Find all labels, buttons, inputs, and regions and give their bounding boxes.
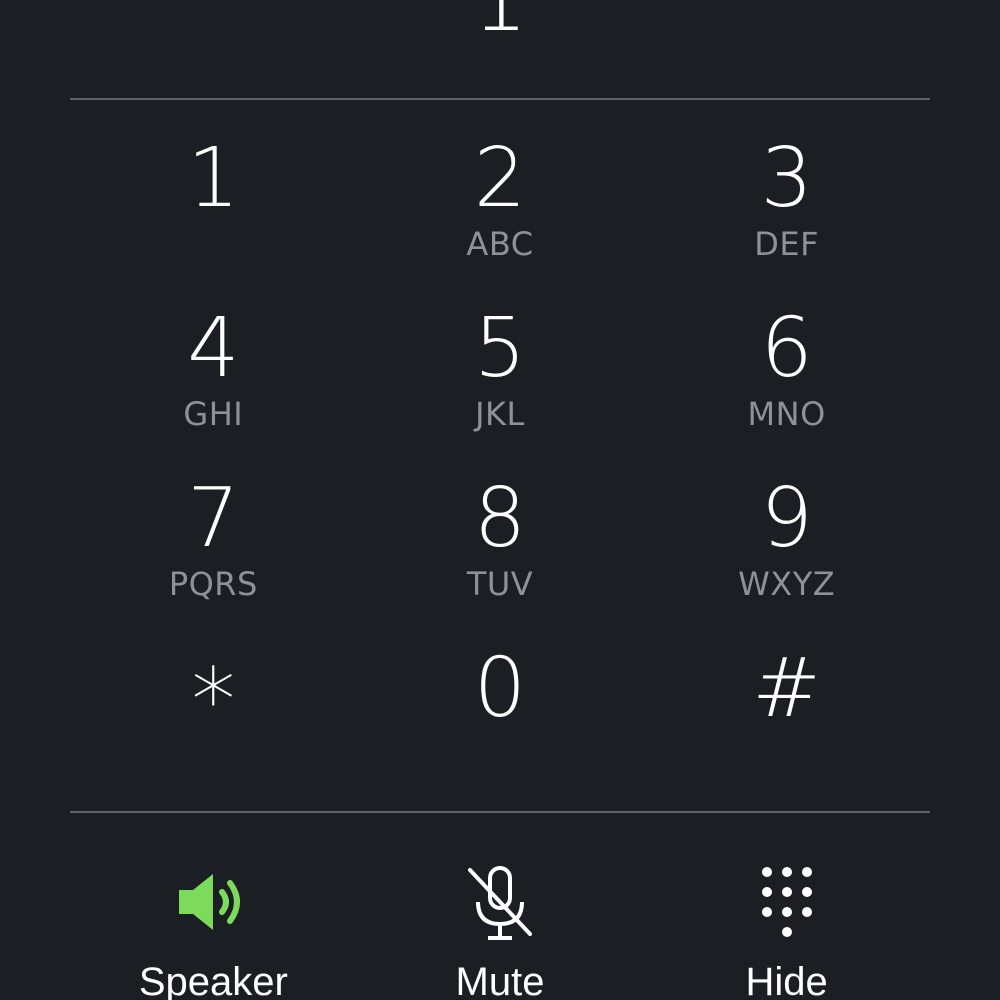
- key-letters: WXYZ: [738, 565, 836, 603]
- key-6[interactable]: 6 MNO: [643, 290, 930, 460]
- key-letters: MNO: [747, 395, 826, 433]
- dialed-number-display: 1: [70, 0, 930, 99]
- key-letters: GHI: [183, 395, 244, 433]
- key-digit: 0: [473, 641, 527, 736]
- top-divider: [70, 98, 930, 100]
- dialpad-icon: [761, 867, 812, 937]
- call-actions: Speaker Mute Hide: [70, 850, 930, 1000]
- key-5[interactable]: 5 JKL: [357, 290, 644, 460]
- key-2[interactable]: 2 ABC: [357, 120, 644, 290]
- dialpad: 1 2 ABC 3 DEF 4 GHI 5 JKL 6 MNO 7 PQRS 8: [70, 120, 930, 800]
- key-letters: JKL: [475, 395, 525, 433]
- bottom-divider: [70, 811, 930, 813]
- key-4[interactable]: 4 GHI: [70, 290, 357, 460]
- key-digit: 2: [473, 131, 527, 226]
- key-digit: 5: [473, 301, 527, 396]
- key-letters: DEF: [754, 225, 820, 263]
- key-hash[interactable]: #: [643, 630, 930, 800]
- key-digit: 4: [187, 301, 240, 396]
- key-digit: *: [191, 649, 236, 752]
- key-digit: 8: [473, 471, 527, 566]
- key-digit: #: [752, 641, 822, 736]
- key-3[interactable]: 3 DEF: [643, 120, 930, 290]
- key-8[interactable]: 8 TUV: [357, 460, 644, 630]
- key-1[interactable]: 1: [70, 120, 357, 290]
- speaker-icon: [179, 874, 241, 930]
- mute-label: Mute: [455, 960, 545, 1000]
- speaker-button[interactable]: Speaker: [70, 850, 357, 1000]
- key-star[interactable]: *: [70, 630, 357, 800]
- key-letters: TUV: [466, 565, 534, 603]
- key-letters: ABC: [466, 225, 534, 263]
- key-digit: 6: [760, 301, 813, 396]
- dialed-number-text: 1: [70, 0, 930, 48]
- key-digit: 7: [187, 471, 240, 566]
- key-9[interactable]: 9 WXYZ: [643, 460, 930, 630]
- hide-dialpad-button[interactable]: Hide: [643, 850, 930, 1000]
- key-digit: 9: [760, 471, 813, 566]
- key-7[interactable]: 7 PQRS: [70, 460, 357, 630]
- hide-label: Hide: [745, 960, 828, 1000]
- key-letters: PQRS: [168, 565, 258, 603]
- mute-button[interactable]: Mute: [357, 850, 644, 1000]
- key-0[interactable]: 0: [357, 630, 644, 800]
- key-digit: 3: [760, 131, 813, 226]
- speaker-label: Speaker: [138, 960, 288, 1000]
- in-call-dialpad-screen: 1 1 2 ABC 3 DEF 4 GHI 5 JKL 6 MNO 7 PQR: [0, 0, 1000, 1000]
- mic-off-icon: [467, 866, 532, 940]
- key-digit: 1: [187, 131, 240, 226]
